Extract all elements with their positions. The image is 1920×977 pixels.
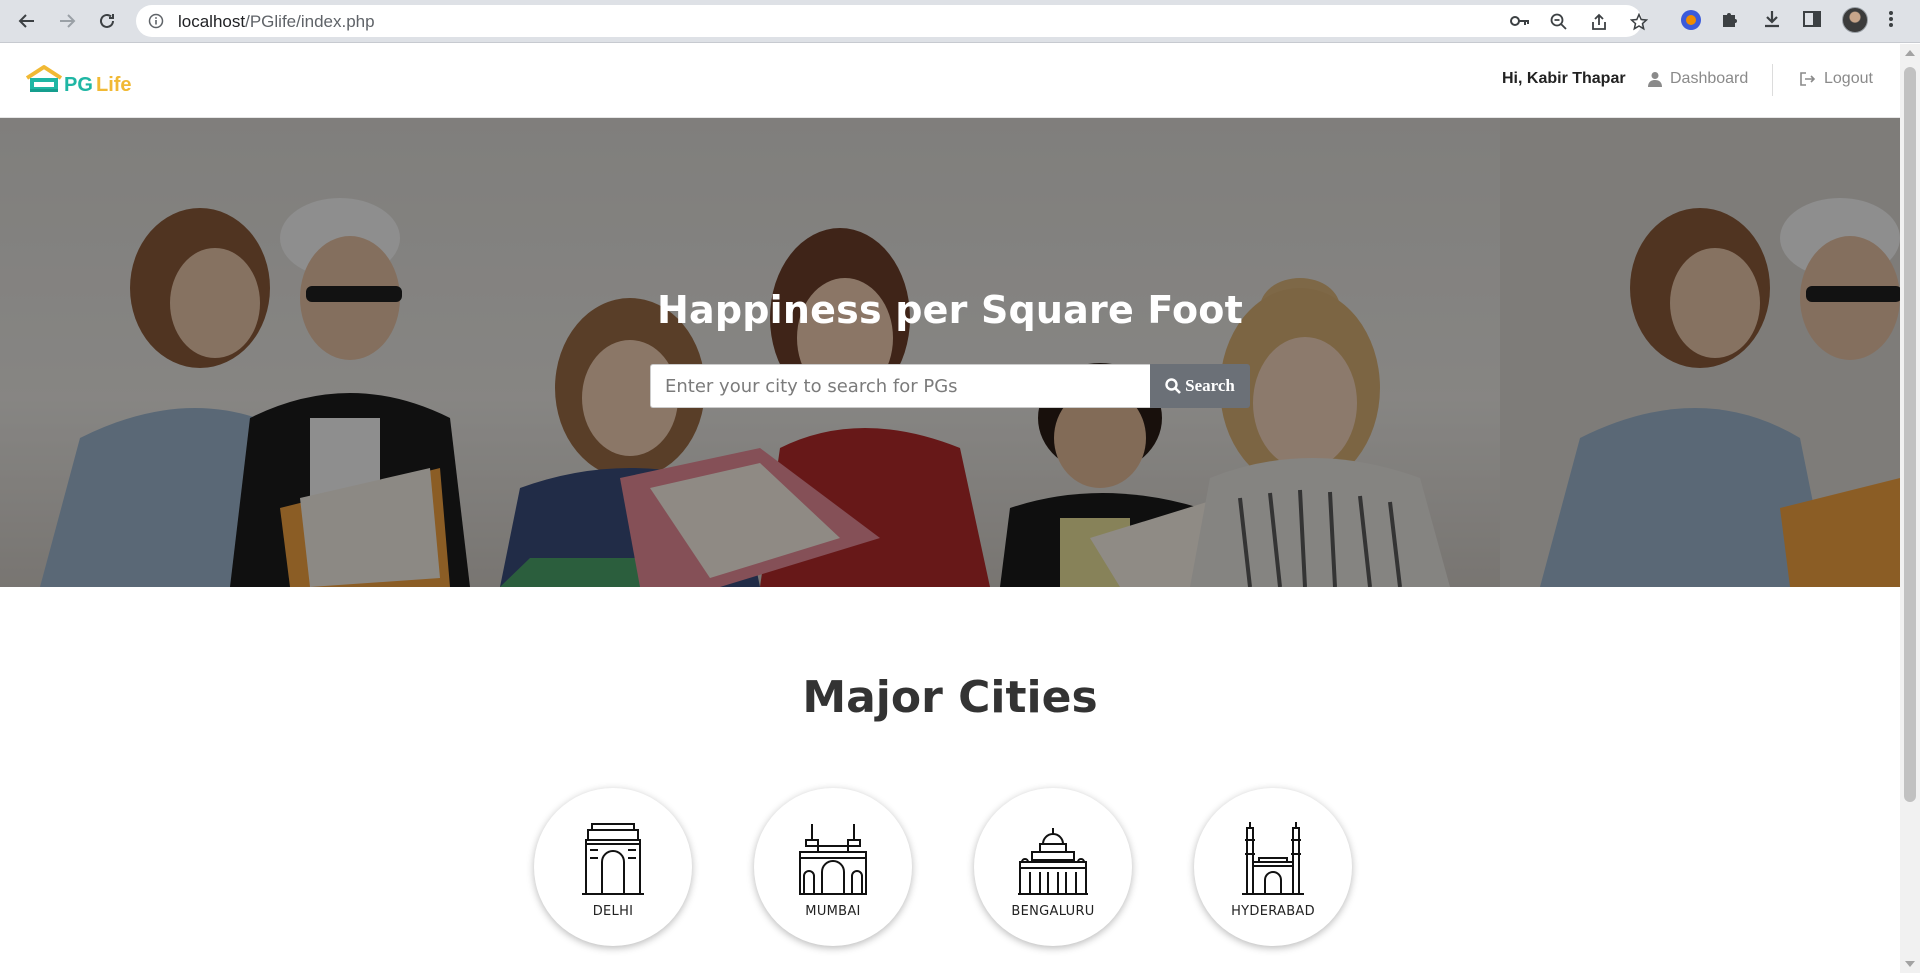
hero-banner: Happiness per Square Foot Search: [0, 118, 1900, 587]
bookmark-star-icon[interactable]: [1629, 12, 1649, 36]
city-card-hyderabad[interactable]: HYDERABAD: [1194, 788, 1352, 946]
charminar-icon: [1242, 822, 1304, 895]
user-icon: [1648, 72, 1662, 87]
city-card-mumbai[interactable]: MUMBAI: [754, 788, 912, 946]
city-name-bengaluru: BENGALURU: [1011, 904, 1095, 919]
url-text: localhost/PGlife/index.php: [178, 12, 375, 31]
browser-toolbar: localhost/PGlife/index.php: [0, 0, 1920, 43]
gateway-of-india-icon: [799, 824, 867, 895]
download-icon[interactable]: [1762, 9, 1782, 34]
city-name-mumbai: MUMBAI: [805, 904, 861, 919]
city-card-bengaluru[interactable]: BENGALURU: [974, 788, 1132, 946]
dashboard-label: Dashboard: [1670, 70, 1749, 87]
user-greeting: Hi, Kabir Thapar: [1502, 70, 1626, 87]
pglife-logo[interactable]: PG Life: [24, 64, 134, 100]
hero-title: Happiness per Square Foot: [657, 288, 1243, 332]
search-icon: [1165, 378, 1182, 394]
extensions-puzzle-icon[interactable]: [1720, 9, 1740, 34]
site-navbar: PG Life Hi, Kabir Thapar Dashboard Logou…: [0, 44, 1900, 118]
site-info-icon[interactable]: [148, 13, 164, 34]
india-gate-icon: [582, 823, 644, 895]
reload-icon[interactable]: [92, 6, 122, 36]
logo-life-text: Life: [96, 74, 132, 96]
city-search-form: Search: [650, 364, 1250, 408]
city-search-input[interactable]: [650, 364, 1150, 408]
sign-out-icon: [1800, 72, 1816, 86]
side-panel-icon[interactable]: [1802, 9, 1822, 34]
banner-dark-overlay: [0, 118, 1900, 587]
page-viewport: PG Life Hi, Kabir Thapar Dashboard Logou…: [0, 44, 1900, 973]
vidhana-soudha-icon: [1018, 828, 1088, 895]
city-card-list: DELHI MUMBAI BENGALURU HYDERABAD: [0, 788, 1900, 948]
share-icon[interactable]: [1590, 13, 1608, 36]
logout-label: Logout: [1824, 70, 1873, 87]
city-name-hyderabad: HYDERABAD: [1231, 904, 1315, 919]
address-bar[interactable]: localhost/PGlife/index.php: [136, 5, 1649, 37]
page-scrollbar[interactable]: [1900, 44, 1920, 973]
search-button[interactable]: Search: [1150, 364, 1250, 408]
profile-avatar[interactable]: [1842, 7, 1868, 33]
back-icon[interactable]: [12, 6, 42, 36]
menu-kebab-icon[interactable]: [1888, 9, 1894, 34]
logo-pg-text: PG: [64, 74, 93, 96]
city-card-delhi[interactable]: DELHI: [534, 788, 692, 946]
dashboard-link[interactable]: Dashboard: [1648, 70, 1748, 88]
extension-badge-icon[interactable]: [1680, 9, 1702, 36]
zoom-icon[interactable]: [1550, 13, 1568, 36]
scrollbar-thumb[interactable]: [1904, 67, 1916, 802]
scroll-up-icon[interactable]: [1905, 50, 1915, 56]
logout-link[interactable]: Logout: [1800, 70, 1873, 88]
house-logo-icon: [25, 65, 63, 92]
forward-icon[interactable]: [52, 6, 82, 36]
search-button-label: Search: [1185, 376, 1235, 395]
nav-divider: [1772, 64, 1773, 96]
city-name-delhi: DELHI: [592, 904, 634, 919]
key-icon[interactable]: [1510, 13, 1530, 34]
major-cities-title: Major Cities: [802, 672, 1098, 723]
scroll-down-icon[interactable]: [1905, 961, 1915, 967]
